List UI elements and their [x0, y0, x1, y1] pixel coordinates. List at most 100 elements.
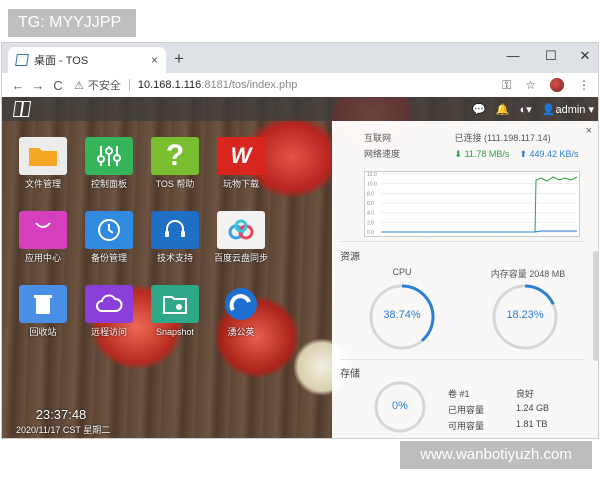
chart-tick-label: 6.0 [367, 201, 374, 207]
screen: TG: MYYJJPP 桌面 - TOS × + — ☐ ✕ ← → C ⚠ 不… [0, 0, 600, 480]
clock-time: 23:37:48 [35, 407, 87, 422]
cpu-value: 38.74% [383, 309, 421, 321]
app-backup[interactable]: 备份管理 [76, 211, 142, 264]
forward-button[interactable]: → [28, 78, 48, 93]
reload-button[interactable]: C [48, 78, 68, 93]
app-recycle-bin[interactable]: 回收站 [10, 285, 76, 338]
sliders-icon [85, 137, 133, 175]
section-divider [340, 359, 584, 360]
app-snapshot[interactable]: Snapshot [142, 285, 208, 338]
app-dandelion[interactable]: 湧公英 [208, 285, 274, 338]
download-arrow-icon: ⬇ [454, 149, 465, 159]
app-label: 文件管理 [24, 179, 61, 189]
app-tech-support[interactable]: 技术支持 [142, 211, 208, 264]
insecure-label: 不安全 [87, 80, 121, 92]
chart-tick-label: 10.0 [367, 182, 377, 188]
browser-window: 桌面 - TOS × + — ☐ ✕ ← → C ⚠ 不安全 10.168.1.… [1, 42, 599, 439]
profile-avatar-icon[interactable] [550, 78, 564, 92]
app-label: 玩物下载 [222, 179, 259, 189]
clock-date: 2020/11/17 CST 星期二 [16, 425, 111, 435]
back-button[interactable]: ← [8, 78, 28, 93]
star-icon[interactable]: ☆ [525, 78, 536, 92]
snapshot-icon [151, 285, 199, 323]
bag-icon [19, 211, 67, 249]
wanwu-icon: W [217, 137, 265, 175]
app-label: 百度云盘同步 [213, 253, 268, 263]
memory-value: 18.23% [506, 309, 544, 321]
panel-scrollbar[interactable] [593, 251, 598, 361]
chart-tick-label: 4.0 [367, 211, 374, 217]
chart-tick-label: 0.0 [367, 230, 374, 236]
download-speed: ⬇ 11.78 MB/s [454, 149, 510, 159]
speed-label: 网络速度 [364, 149, 401, 159]
url-path: :8181/tos/index.php [201, 79, 298, 91]
network-chart-svg: 12.0 10.0 8.0 6.0 4.0 2.0 0.0 [367, 172, 578, 236]
memory-gauge: 18.23% [491, 283, 559, 351]
resources-title: 资源 [340, 252, 360, 263]
available-label: 可用容量 [448, 421, 485, 431]
cloud-icon [85, 285, 133, 323]
network-speed-chart: 12.0 10.0 8.0 6.0 4.0 2.0 0.0 [364, 171, 580, 237]
app-files[interactable]: 文件管理 [10, 137, 76, 190]
system-monitor-panel: × 互联网 已连接 (111.198.117.14) 网络速度 ⬇ 11.78 … [332, 121, 598, 438]
app-label: 应用中心 [24, 253, 61, 263]
user-menu[interactable]: 👤admin ▾ [542, 103, 594, 116]
maximize-button[interactable]: ☐ [542, 48, 560, 64]
tos-desktop: 💬 🔔 ◐▾ 👤admin ▾ 文件管理 控制面板 ? TOS 帮助 W 玩物下… [2, 97, 598, 438]
user-icon: 👤 [541, 103, 556, 116]
minimize-button[interactable]: — [504, 48, 522, 63]
globe-icon[interactable]: ◐▾ [520, 103, 532, 116]
url-host: 10.168.1.116 [137, 79, 202, 91]
used-value: 1.24 GB [516, 403, 550, 413]
storage-gauge: 0% [374, 381, 426, 433]
app-tos-help[interactable]: ? TOS 帮助 [142, 137, 208, 190]
tos-top-bar: 💬 🔔 ◐▾ 👤admin ▾ [2, 97, 598, 121]
tos-logo-icon[interactable] [12, 101, 32, 117]
desktop-clock: 23:37:48 2020/11/17 CST 星期二 [16, 407, 110, 436]
storage-title: 存储 [340, 369, 360, 380]
cpu-gauge: 38.74% [368, 283, 436, 351]
tab-close-icon[interactable]: × [151, 53, 158, 67]
address-bar: ← → C ⚠ 不安全 10.168.1.116 :8181/tos/index… [2, 73, 598, 97]
baidu-cloud-icon [217, 211, 265, 249]
chat-icon[interactable]: 💬 [472, 103, 486, 116]
user-name: admin [555, 103, 586, 116]
app-control-panel[interactable]: 控制面板 [76, 137, 142, 190]
url-field[interactable]: ⚠ 不安全 10.168.1.116 :8181/tos/index.php [74, 77, 297, 93]
app-label: 备份管理 [90, 253, 127, 263]
internet-label: 互联网 [364, 133, 392, 143]
clock-backup-icon [85, 211, 133, 249]
cpu-label: CPU [392, 267, 412, 277]
bell-icon[interactable]: 🔔 [496, 103, 510, 116]
watermark-bottom: www.wanbotiyuzh.com [400, 441, 592, 469]
browser-tab[interactable]: 桌面 - TOS × [8, 47, 166, 73]
volume-name: 卷 #1 [448, 389, 470, 399]
url-separator [128, 79, 130, 91]
upload-speed: ⬆ 449.42 KB/s [519, 149, 579, 159]
speed-row: 网络速度 ⬇ 11.78 MB/s ⬆ 449.42 KB/s [364, 147, 579, 160]
available-value: 1.81 TB [516, 419, 548, 429]
app-wanwu-downloads[interactable]: W 玩物下载 [208, 137, 274, 190]
browser-actions: ⚿ ☆ ⋮ [502, 73, 590, 97]
chart-tick-label: 2.0 [367, 220, 374, 226]
app-label: 远程访问 [90, 327, 127, 337]
app-remote-access[interactable]: 远程访问 [76, 285, 142, 338]
app-label: 回收站 [29, 327, 57, 337]
tab-bar: 桌面 - TOS × + — ☐ ✕ [2, 43, 598, 73]
chart-tick-label: 12.0 [367, 172, 377, 178]
close-window-button[interactable]: ✕ [576, 48, 594, 64]
app-label: TOS 帮助 [155, 179, 195, 189]
internet-row: 互联网 已连接 (111.198.117.14) [364, 131, 551, 144]
headset-icon [151, 211, 199, 249]
app-baidu-sync[interactable]: 百度云盘同步 [208, 211, 274, 264]
tos-top-bar-actions: 💬 🔔 ◐▾ 👤admin ▾ [472, 97, 594, 121]
app-label: 湧公英 [227, 327, 255, 337]
upload-arrow-icon: ⬆ [519, 149, 530, 159]
key-icon[interactable]: ⚿ [502, 78, 511, 93]
folder-icon [19, 137, 67, 175]
dandelion-icon [217, 285, 265, 323]
new-tab-button[interactable]: + [174, 49, 184, 69]
monitor-close-icon[interactable]: × [586, 125, 592, 137]
app-center[interactable]: 应用中心 [10, 211, 76, 264]
more-icon[interactable]: ⋮ [578, 78, 590, 92]
